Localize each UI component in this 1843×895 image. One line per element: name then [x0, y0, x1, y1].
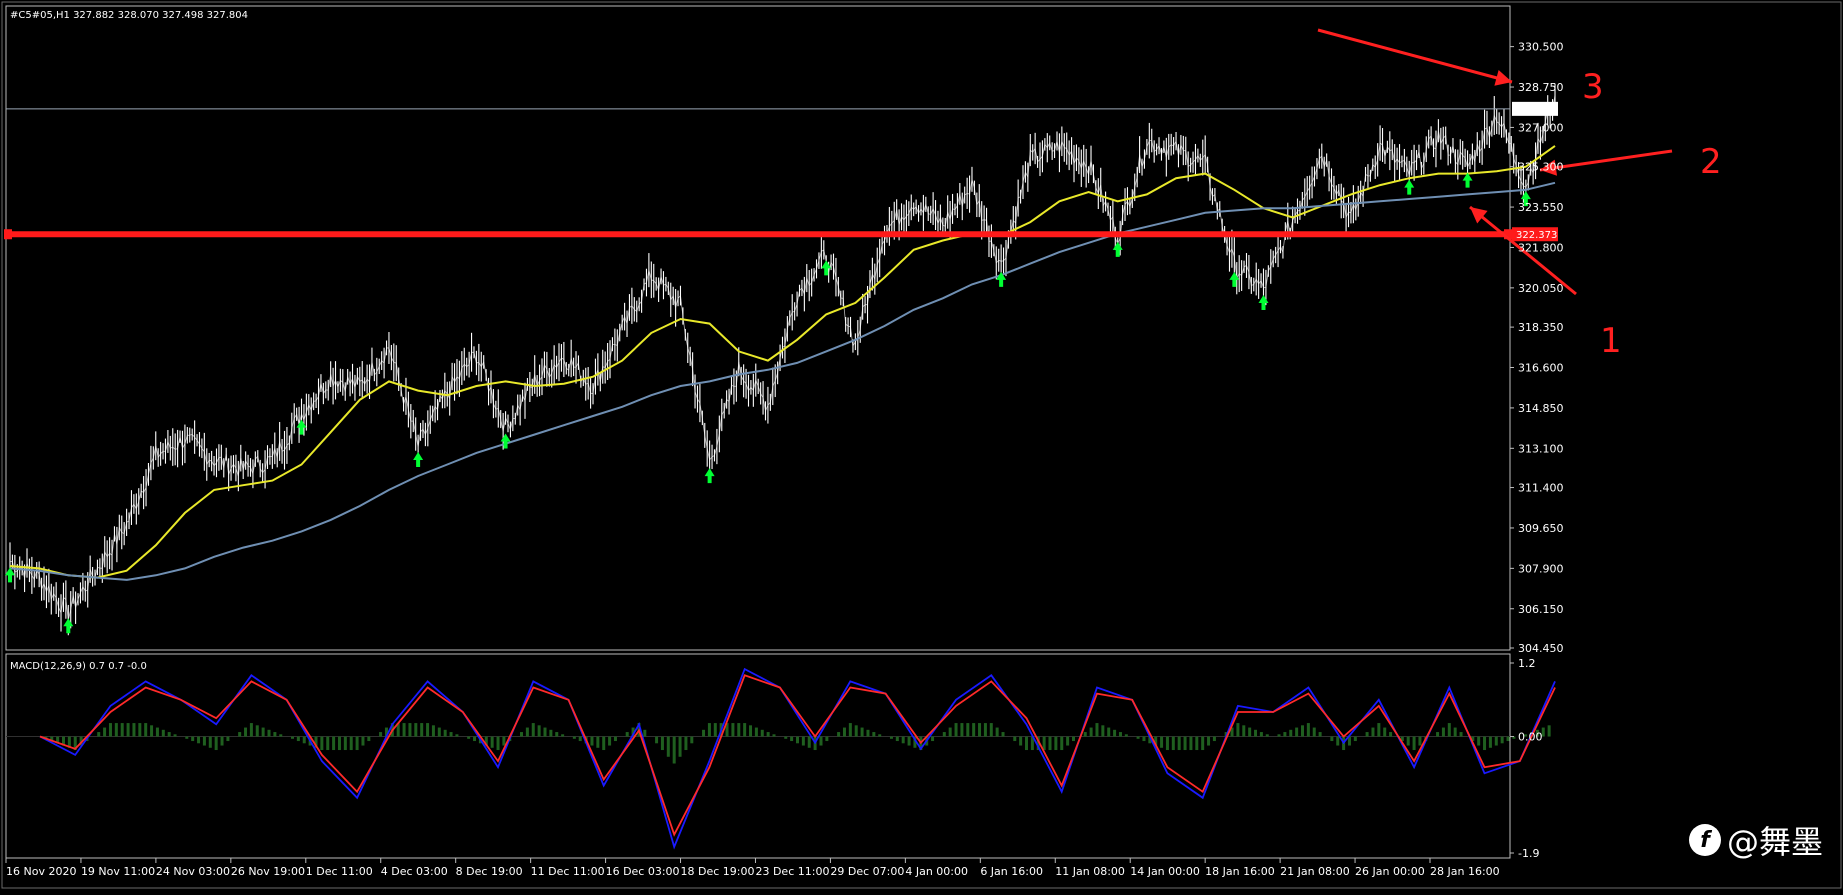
x-tick-label: 1 Dec 11:00: [306, 865, 373, 878]
moving-average-fast: [9, 145, 1556, 579]
price-candles: [9, 83, 1556, 636]
x-tick-label: 11 Dec 11:00: [531, 865, 605, 878]
macd-y-tick-label: -1.9: [1518, 847, 1539, 860]
buy-signal-arrow: [413, 452, 424, 468]
macd-y-tick-label: 1.2: [1518, 657, 1536, 670]
y-tick-label: 309.650: [1518, 522, 1564, 535]
x-tick-label: 8 Dec 19:00: [456, 865, 523, 878]
x-tick-label: 26 Jan 00:00: [1355, 865, 1425, 878]
y-tick-label: 316.600: [1518, 362, 1564, 375]
symbol-header: #C5#05,H1 327.882 328.070 327.498 327.80…: [10, 10, 248, 21]
outer-frame: [1, 1, 1842, 889]
y-tick-label: 330.500: [1518, 41, 1564, 54]
buy-signal-arrow: [704, 468, 715, 484]
x-tick-label: 18 Jan 16:00: [1205, 865, 1275, 878]
x-tick-label: 23 Dec 11:00: [755, 865, 829, 878]
y-tick-label: 323.550: [1518, 201, 1564, 214]
chart-svg: 322.373 327.804 3 2 1 330.500 328.750 327.000 3…: [1, 1, 1842, 889]
macd-signal-line: [39, 674, 1556, 837]
annotation-arrow-3-head: [1494, 69, 1512, 86]
x-tick-label: 24 Nov 03:00: [156, 865, 230, 878]
watermark-logo-icon: f: [1688, 824, 1721, 856]
y-tick-label: 328.750: [1518, 81, 1564, 94]
macd-y-tick-label: 0.00: [1518, 731, 1543, 744]
x-tick-label: 16 Dec 03:00: [606, 865, 680, 878]
buy-signal-arrow: [1258, 295, 1269, 311]
y-tick-label: 313.100: [1518, 442, 1564, 455]
y-tick-label: 307.900: [1518, 562, 1564, 575]
buy-signal-arrow: [1229, 271, 1240, 287]
x-tick-label: 11 Jan 08:00: [1055, 865, 1125, 878]
annotation-label-1: 1: [1600, 321, 1622, 361]
x-tick-label: 18 Dec 19:00: [681, 865, 755, 878]
x-tick-label: 29 Dec 07:00: [830, 865, 904, 878]
x-tick-label: 21 Jan 08:00: [1280, 865, 1350, 878]
macd-histogram: [44, 723, 1551, 764]
watermark-text: @舞墨: [1726, 823, 1823, 861]
macd-panel-frame: [5, 653, 1511, 859]
level-price-label: 322.373: [1516, 230, 1557, 241]
buy-signal-arrow: [500, 433, 511, 449]
main-panel-frame: [5, 5, 1511, 651]
y-tick-label: 325.300: [1518, 161, 1564, 174]
buy-signal-arrow: [63, 618, 74, 634]
level-handle-left: [4, 229, 12, 240]
annotation-arrow-3: [1317, 28, 1513, 84]
y-tick-label: 318.350: [1518, 321, 1564, 334]
y-tick-label: 311.400: [1518, 482, 1564, 495]
y-tick-label: 327.000: [1518, 121, 1564, 134]
chart-area: 322.373 327.804 3 2 1 330.500 328.750 327.000 3…: [0, 0, 1843, 891]
x-tick-label: 4 Jan 00:00: [905, 865, 968, 878]
x-tick-label: 4 Dec 03:00: [381, 865, 448, 878]
x-tick-label: 19 Nov 11:00: [81, 865, 155, 878]
buy-signal-arrow: [1404, 179, 1415, 195]
annotation-label-2: 2: [1700, 142, 1722, 182]
x-tick-label: 16 Nov 2020: [6, 865, 76, 878]
y-tick-label: 321.800: [1518, 241, 1564, 254]
buy-signal-arrow: [1112, 241, 1123, 257]
macd-line: [39, 667, 1556, 850]
moving-average-slow: [9, 181, 1556, 581]
y-tick-label: 320.050: [1518, 282, 1564, 295]
x-tick-label: 28 Jan 16:00: [1430, 865, 1500, 878]
x-tick-label: 26 Nov 19:00: [231, 865, 305, 878]
annotation-label-3: 3: [1582, 67, 1604, 107]
x-tick-label: 14 Jan 00:00: [1130, 865, 1200, 878]
buy-signal-arrow: [1462, 172, 1473, 188]
y-tick-label: 314.850: [1518, 402, 1564, 415]
y-tick-label: 306.150: [1518, 603, 1564, 616]
x-tick-label: 6 Jan 16:00: [980, 865, 1043, 878]
buy-signal-arrow: [296, 419, 307, 435]
watermark: f @舞墨: [1688, 817, 1823, 863]
buy-signal-arrow: [821, 260, 832, 276]
macd-title: MACD(12,26,9) 0.7 0.7 -0.0: [10, 661, 147, 672]
y-tick-label: 304.450: [1518, 642, 1564, 655]
current-price-label: 327.804: [1516, 105, 1557, 116]
